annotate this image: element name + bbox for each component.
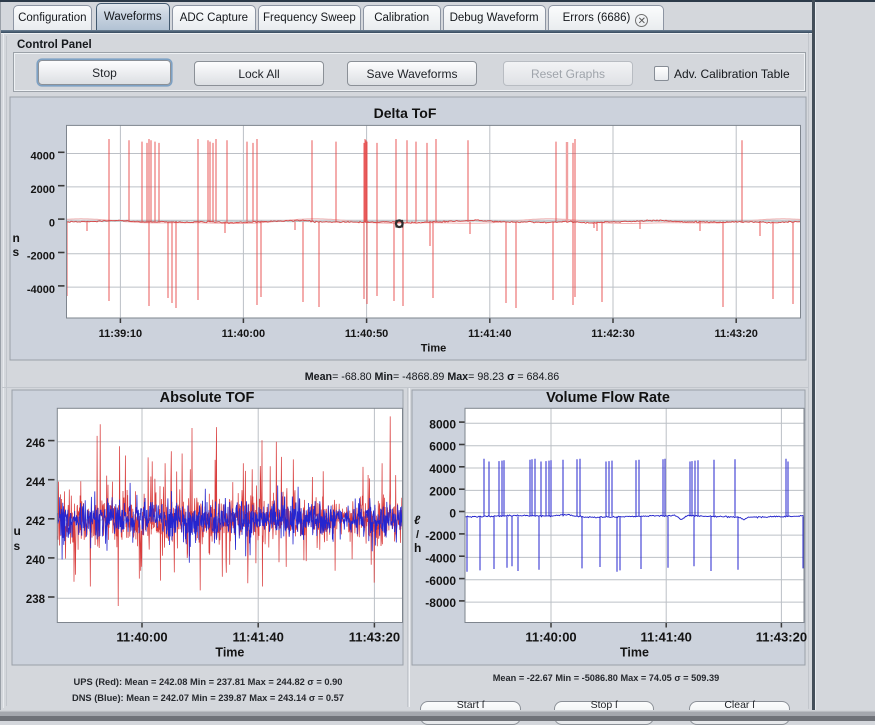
svg-text:-2000: -2000 [425,529,456,543]
svg-text:s: s [13,245,20,259]
svg-text:0: 0 [49,217,55,229]
svg-text:11:41:40: 11:41:40 [233,630,284,645]
svg-text:/: / [416,529,419,541]
svg-text:238: 238 [26,594,46,606]
svg-text:4000: 4000 [429,462,456,476]
svg-text:Time: Time [421,343,446,355]
svg-text:6000: 6000 [429,440,456,454]
svg-text:-2000: -2000 [27,251,55,263]
svg-text:s: s [14,539,21,553]
svg-text:240: 240 [26,555,45,567]
svg-text:11:42:30: 11:42:30 [591,328,634,340]
svg-text:11:40:00: 11:40:00 [222,328,265,340]
svg-text:Absolute TOF: Absolute TOF [160,390,255,406]
svg-text:11:43:20: 11:43:20 [349,630,400,645]
svg-text:11:41:40: 11:41:40 [641,630,692,645]
svg-text:0: 0 [449,507,456,521]
svg-text:4000: 4000 [31,151,55,163]
svg-text:11:41:40: 11:41:40 [468,328,511,340]
svg-text:11:40:00: 11:40:00 [116,630,167,645]
svg-text:h: h [414,541,421,555]
svg-text:2000: 2000 [429,484,456,498]
svg-text:11:40:50: 11:40:50 [345,328,388,340]
svg-text:-4000: -4000 [425,551,456,565]
svg-text:-6000: -6000 [425,574,456,588]
svg-text:242: 242 [26,516,45,528]
svg-text:Time: Time [215,646,244,660]
svg-text:11:39:10: 11:39:10 [99,328,142,340]
svg-text:Volume Flow Rate: Volume Flow Rate [546,390,670,406]
svg-text:244: 244 [26,477,46,489]
svg-text:Time: Time [620,646,649,660]
svg-text:Delta ToF: Delta ToF [374,105,437,121]
svg-text:2000: 2000 [31,184,55,196]
svg-text:11:43:20: 11:43:20 [756,630,807,645]
svg-text:-4000: -4000 [27,284,55,296]
svg-text:-8000: -8000 [425,596,456,610]
svg-text:ℓ: ℓ [414,513,421,527]
svg-text:11:43:20: 11:43:20 [714,328,757,340]
svg-text:n: n [13,231,20,245]
svg-text:8000: 8000 [429,417,456,431]
svg-text:246: 246 [26,438,45,450]
svg-text:11:40:00: 11:40:00 [525,630,576,645]
svg-text:u: u [14,524,21,538]
